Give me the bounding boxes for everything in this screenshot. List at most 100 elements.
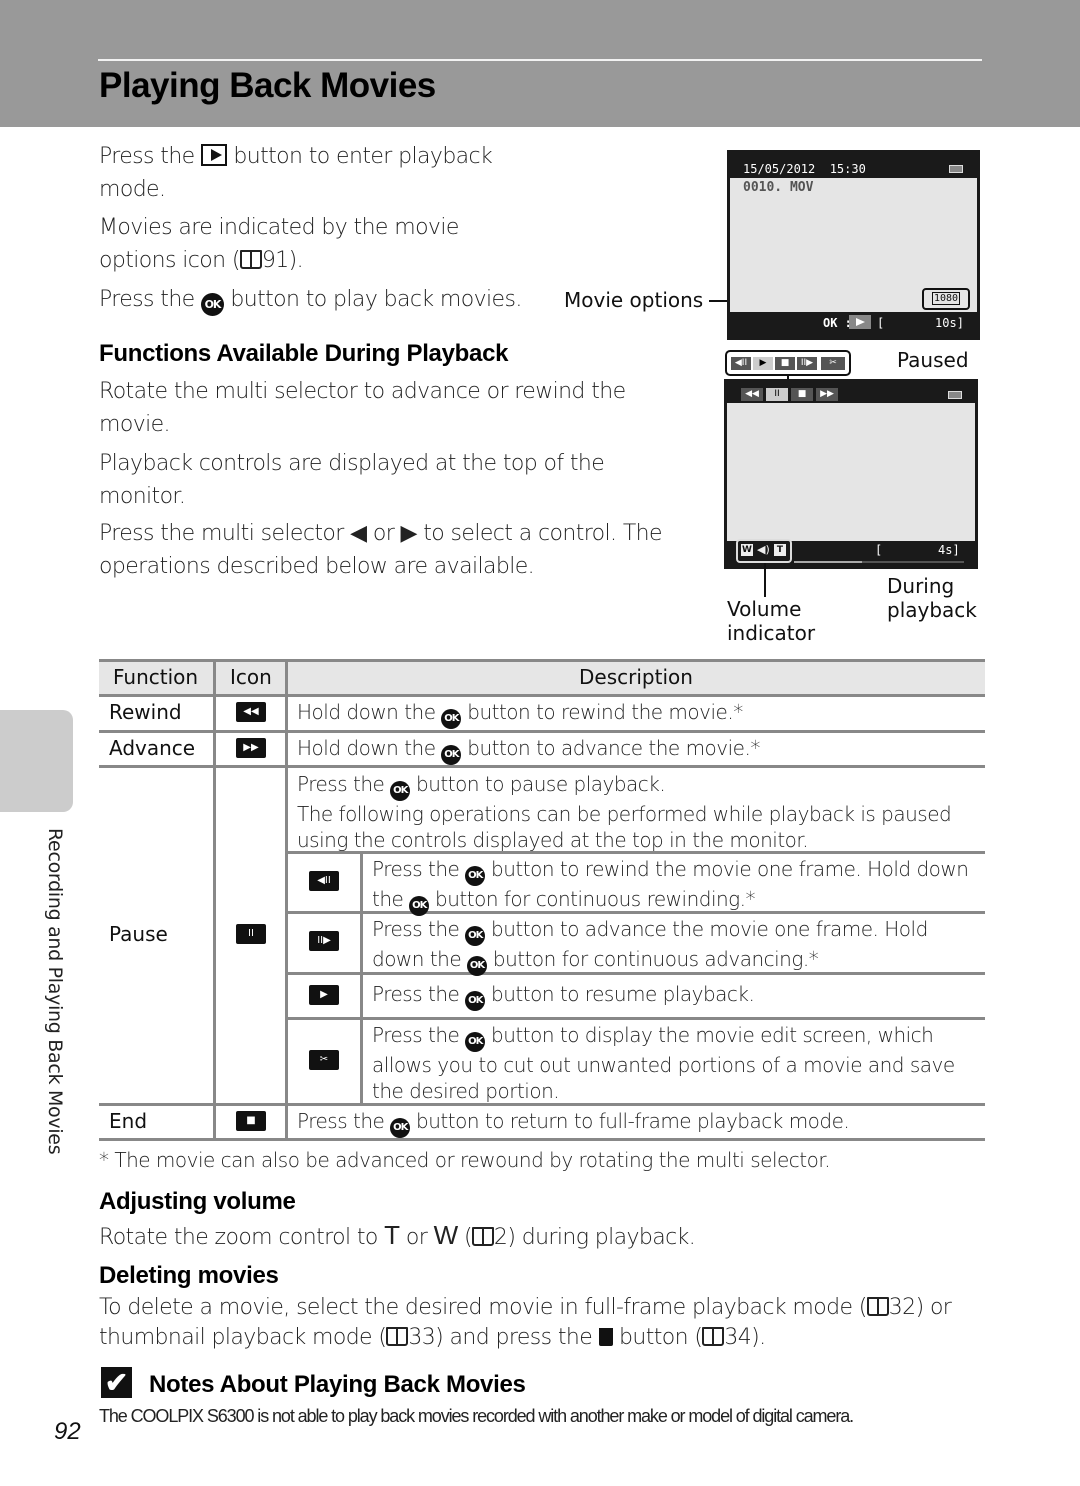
frame-advance-icon: II▶ [309, 931, 339, 951]
header-function: Function [113, 665, 199, 689]
volume-leader [764, 563, 766, 597]
functions-paragraph-3: Press the multi selector ◀ or ▶ to selec… [99, 521, 663, 579]
scissors-icon: ✂ [821, 357, 845, 370]
header-icon: Icon [230, 665, 272, 689]
ok-button-icon: OK [465, 991, 486, 1011]
screen-date: 15/05/2012 15:30 [743, 162, 866, 176]
speaker-icon: ◀) [757, 543, 770, 556]
sub-row-edit: Press the OK button to display the movie… [372, 1023, 955, 1103]
rewind-icon: ◀◀ [741, 388, 763, 401]
paused-label: Paused [897, 348, 969, 372]
elapsed-time: 4s] [938, 543, 960, 557]
frame-rewind-icon: ◀II [731, 357, 751, 370]
stop-icon: ■ [791, 388, 813, 401]
battery-icon [948, 391, 962, 399]
progress-track [794, 561, 964, 563]
intro-paragraph-3: Press the OK button to play back movies. [99, 283, 522, 316]
zoom-t-icon: T [774, 544, 786, 556]
book-reference-icon [866, 1297, 889, 1316]
deleting-paragraph: To delete a movie, select the desired mo… [99, 1295, 952, 1350]
end-icon: ■ [236, 1111, 266, 1131]
bracket: [ [875, 543, 883, 557]
zoom-w-icon: W [433, 1220, 459, 1250]
volume-indicator: W ◀) T [736, 539, 792, 563]
advance-icon: ▶▶ [236, 738, 266, 758]
remaining-time: 10s] [935, 316, 964, 330]
screen-image-area: 0010. MOV 1080 [730, 178, 977, 312]
page-header: Playing Back Movies [0, 0, 1080, 127]
notes-heading: Notes About Playing Back Movies [149, 1371, 526, 1398]
movie-options-callout: 1080 [922, 288, 970, 310]
functions-heading: Functions Available During Playback [99, 340, 509, 367]
row-pause-description: Press the OK button to pause playback. T… [297, 772, 952, 852]
ok-button-icon: OK [390, 1118, 411, 1138]
advance-icon: ▶▶ [816, 388, 838, 401]
playback-button-icon [201, 144, 228, 166]
ok-button-icon: OK [409, 896, 430, 916]
frame-advance-icon: II▶ [797, 357, 817, 370]
ok-button-icon: OK [465, 1032, 486, 1052]
zoom-w-icon: W [741, 544, 753, 556]
during-playback-label: During playback [887, 574, 977, 622]
end-icon: ■ [775, 357, 795, 370]
row-rewind-description: Hold down the OK button to rewind the mo… [297, 699, 743, 729]
resume-icon: ▶ [309, 985, 339, 1005]
ok-hint: OK : [823, 316, 852, 330]
progress-fill [794, 561, 862, 563]
scissors-icon: ✂ [309, 1050, 339, 1070]
battery-icon [949, 165, 963, 173]
header-rule [98, 59, 982, 61]
functions-paragraph-1: Rotate the multi selector to advance or … [99, 379, 626, 437]
functions-paragraph-2: Playback controls are displayed at the t… [99, 451, 605, 509]
page-number: 92 [54, 1418, 81, 1445]
header-description: Description [579, 665, 693, 689]
ok-button-icon: OK [441, 709, 462, 729]
chapter-tab [0, 710, 73, 812]
row-advance-function: Advance [109, 736, 196, 760]
frame-rewind-icon: ◀II [309, 871, 339, 891]
zoom-t-icon: T [384, 1220, 400, 1250]
ok-button-icon: OK [465, 866, 486, 886]
book-reference-icon [471, 1227, 494, 1246]
volume-indicator-label: Volume indicator [727, 597, 816, 645]
ok-button-icon: OK [201, 293, 225, 316]
page-title: Playing Back Movies [99, 66, 436, 105]
movie-option-1080-icon: 1080 [932, 292, 961, 305]
row-pause-function: Pause [109, 922, 168, 946]
rewind-icon: ◀◀ [236, 702, 266, 722]
ok-button-icon: OK [467, 956, 488, 976]
sub-row-frame-rewind: Press the OK button to rewind the movie … [372, 856, 969, 916]
volume-paragraph: Rotate the zoom control to T or W (2) du… [99, 1220, 696, 1250]
play-hint-icon [849, 315, 871, 329]
row-end-function: End [109, 1109, 148, 1133]
screen-filename: 0010. MOV [743, 180, 814, 195]
check-note-icon: ✔ [101, 1367, 132, 1398]
multi-selector-right-icon: ▶ [400, 521, 418, 546]
ok-button-icon: OK [390, 781, 411, 801]
resume-icon: ▶ [753, 357, 773, 370]
intro-paragraph-2: Movies are indicated by the movie option… [99, 215, 459, 273]
chapter-title: Recording and Playing Back Movies [44, 828, 66, 1155]
bracket: [ [877, 316, 885, 330]
pause-icon: II [766, 388, 788, 401]
row-rewind-function: Rewind [109, 700, 182, 724]
book-reference-icon [386, 1327, 409, 1346]
deleting-heading: Deleting movies [99, 1262, 279, 1289]
ok-button-icon: OK [465, 926, 486, 946]
sub-row-frame-advance: Press the OK button to advance the movie… [372, 916, 928, 976]
intro-paragraph-1: Press the button to enter playback mode. [99, 144, 493, 202]
book-reference-icon [702, 1327, 725, 1346]
row-advance-description: Hold down the OK button to advance the m… [297, 735, 760, 765]
notes-text: The COOLPIX S6300 is not able to play ba… [99, 1406, 854, 1426]
volume-heading: Adjusting volume [99, 1188, 296, 1215]
screen-image-area [727, 403, 975, 541]
row-end-description: Press the OK button to return to full-fr… [297, 1108, 850, 1138]
camera-screen-full-frame: 15/05/2012 15:30 0010. MOV 1080 OK : [ 1… [727, 150, 980, 340]
sub-row-resume: Press the OK button to resume playback. [372, 981, 755, 1011]
paused-controls-callout: ◀II ▶ ■ II▶ ✂ [725, 350, 851, 376]
multi-selector-left-icon: ◀ [350, 521, 367, 546]
book-reference-icon [239, 250, 262, 269]
camera-screen-playback: ◀◀ II ■ ▶▶ W ◀) T [ 4s] [724, 379, 978, 569]
table-footnote: * The movie can also be advanced or rewo… [99, 1148, 831, 1172]
movie-options-label: Movie options [564, 288, 704, 312]
